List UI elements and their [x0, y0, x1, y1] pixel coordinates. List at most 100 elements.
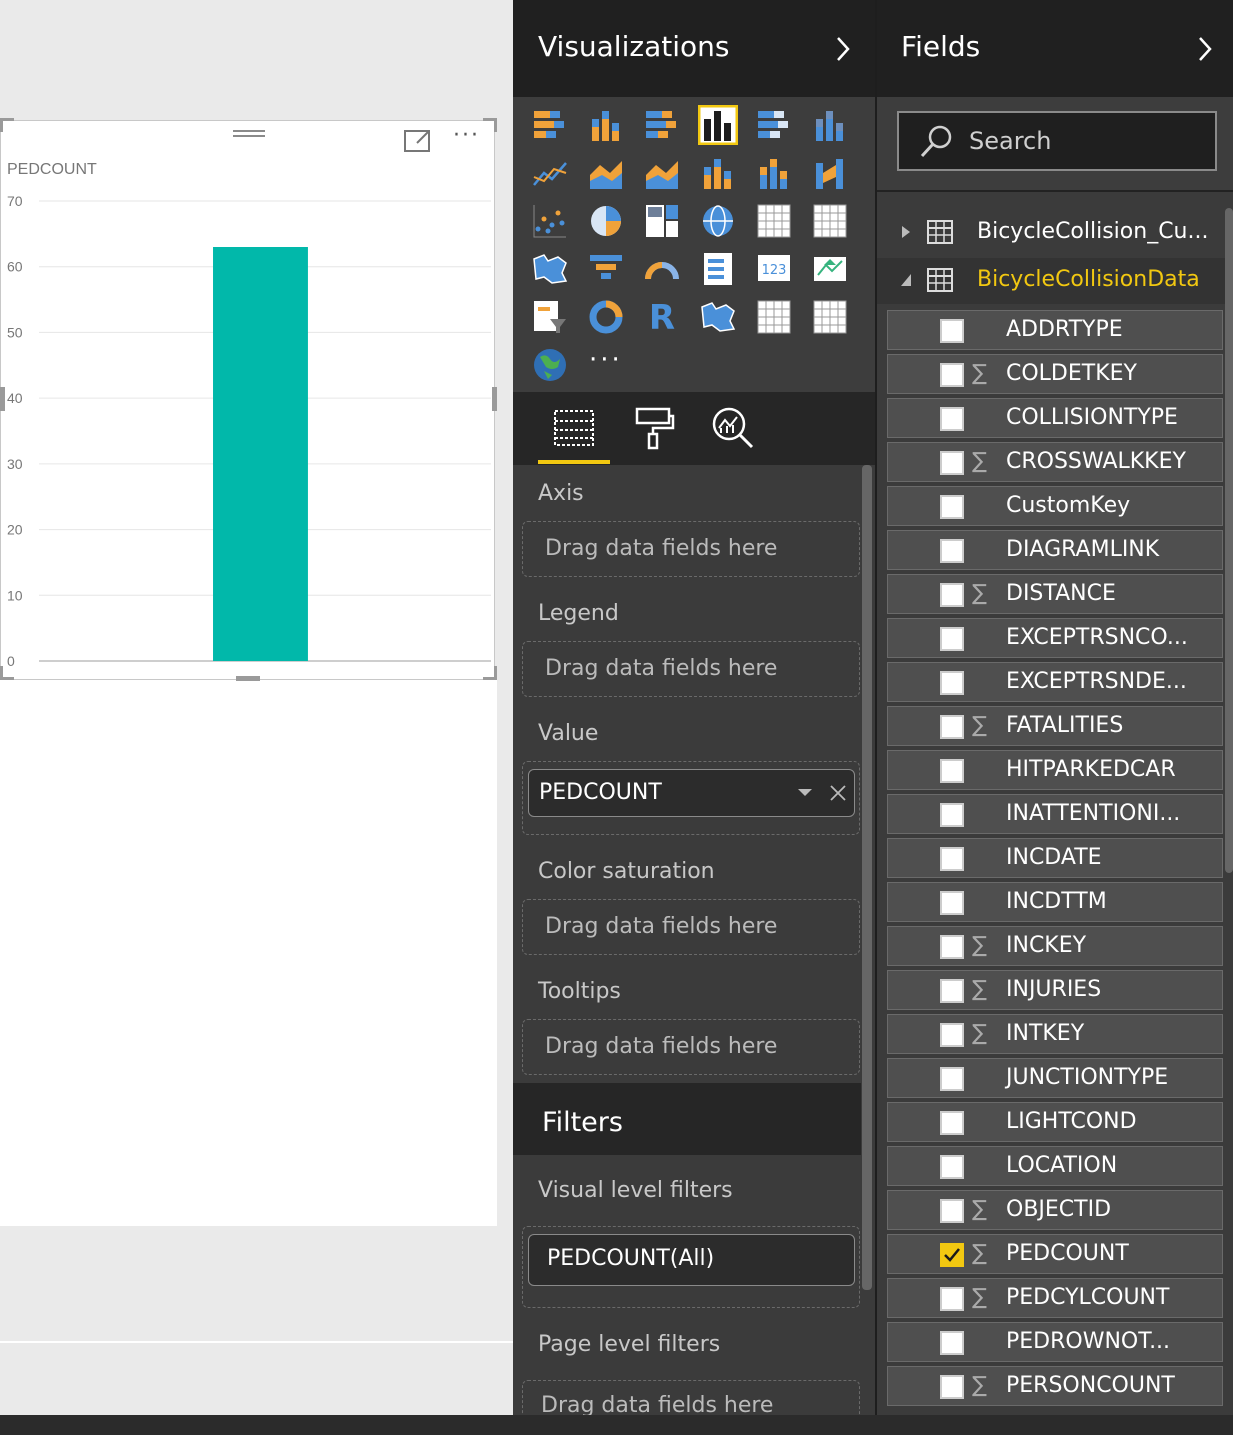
clustered-bar-chart-icon[interactable]: [642, 105, 682, 145]
checkbox[interactable]: [940, 1375, 964, 1399]
checkbox[interactable]: [940, 495, 964, 519]
slicer-icon[interactable]: [530, 297, 570, 337]
field-row[interactable]: ∑ INCKEY: [887, 926, 1223, 966]
funnel-icon[interactable]: [586, 249, 626, 289]
field-row[interactable]: INCDTTM: [887, 882, 1223, 922]
checkbox[interactable]: [940, 363, 964, 387]
checkbox[interactable]: [940, 803, 964, 827]
field-row[interactable]: ∑ INTKEY: [887, 1014, 1223, 1054]
fields-tab-icon[interactable]: [553, 408, 595, 448]
search-input[interactable]: [969, 125, 1199, 157]
checkbox-checked[interactable]: [940, 1243, 964, 1267]
field-row[interactable]: ∑ OBJECTID: [887, 1190, 1223, 1230]
custom-table-icon[interactable]: [754, 297, 794, 337]
checkbox[interactable]: [940, 539, 964, 563]
more-visuals-icon[interactable]: ···: [589, 345, 623, 375]
scatter-chart-icon[interactable]: [530, 201, 570, 241]
search-box[interactable]: [897, 111, 1217, 171]
field-row[interactable]: ∑ FATALITIES: [887, 706, 1223, 746]
checkbox[interactable]: [940, 935, 964, 959]
checkbox[interactable]: [940, 759, 964, 783]
field-row[interactable]: HITPARKEDCAR: [887, 750, 1223, 790]
tooltips-drop-zone[interactable]: Drag data fields here: [522, 1019, 860, 1075]
visual-filter-pill[interactable]: PEDCOUNT(All): [528, 1234, 855, 1286]
checkbox[interactable]: [940, 671, 964, 695]
field-row[interactable]: INATTENTIONI...: [887, 794, 1223, 834]
checkbox[interactable]: [940, 1067, 964, 1091]
resize-handle-right[interactable]: [492, 387, 497, 411]
field-row[interactable]: LIGHTCOND: [887, 1102, 1223, 1142]
checkbox[interactable]: [940, 1111, 964, 1135]
card-icon[interactable]: 123: [754, 249, 794, 289]
checkbox[interactable]: [940, 1023, 964, 1047]
field-row[interactable]: ∑ PEDCYLCOUNT: [887, 1278, 1223, 1318]
field-row[interactable]: ∑ PEDCOUNT: [887, 1234, 1223, 1274]
field-row[interactable]: COLLISIONTYPE: [887, 398, 1223, 438]
chart-bar[interactable]: [213, 247, 308, 661]
line-and-clustered-column-icon[interactable]: [754, 153, 794, 193]
chevron-down-icon[interactable]: [797, 788, 813, 798]
100-stacked-bar-chart-icon[interactable]: [754, 105, 794, 145]
resize-handle-top-left[interactable]: [0, 118, 3, 132]
kpi-icon[interactable]: [810, 249, 850, 289]
visualizations-scrollbar[interactable]: [862, 465, 872, 1290]
checkbox[interactable]: [940, 891, 964, 915]
table-icon[interactable]: [754, 201, 794, 241]
donut-chart-icon[interactable]: [586, 297, 626, 337]
close-icon[interactable]: [829, 784, 847, 802]
resize-handle-bottom-left[interactable]: [0, 666, 3, 680]
column-chart-visual[interactable]: ··· PEDCOUNT 0 10 20 30 40 50 60 70: [0, 120, 495, 680]
field-row[interactable]: INCDATE: [887, 838, 1223, 878]
field-row[interactable]: CustomKey: [887, 486, 1223, 526]
format-tab-icon[interactable]: [633, 406, 675, 450]
checkbox[interactable]: [940, 1155, 964, 1179]
checkbox[interactable]: [940, 627, 964, 651]
area-chart-icon[interactable]: [586, 153, 626, 193]
field-row[interactable]: ADDRTYPE: [887, 310, 1223, 350]
field-row[interactable]: ∑ PERSONCOUNT: [887, 1366, 1223, 1406]
r-visual-icon[interactable]: R: [642, 297, 682, 337]
stacked-column-chart-icon[interactable]: [586, 105, 626, 145]
field-row[interactable]: ∑ INJURIES: [887, 970, 1223, 1010]
field-row[interactable]: ∑ DISTANCE: [887, 574, 1223, 614]
treemap-icon[interactable]: [642, 201, 682, 241]
axis-drop-zone[interactable]: Drag data fields here: [522, 521, 860, 577]
chevron-right-icon[interactable]: [1197, 36, 1213, 62]
pie-chart-icon[interactable]: [586, 201, 626, 241]
field-row[interactable]: ∑ COLDETKEY: [887, 354, 1223, 394]
checkbox[interactable]: [940, 1331, 964, 1355]
matrix-icon[interactable]: [810, 201, 850, 241]
checkbox[interactable]: [940, 319, 964, 343]
expanded-triangle-icon[interactable]: [899, 272, 913, 288]
fields-scrollbar[interactable]: [1225, 208, 1233, 873]
line-chart-icon[interactable]: [530, 153, 570, 193]
ribbon-chart-icon[interactable]: [810, 153, 850, 193]
custom-matrix-icon[interactable]: [810, 297, 850, 337]
resize-handle-bottom-right[interactable]: [494, 666, 497, 680]
checkbox[interactable]: [940, 407, 964, 431]
stacked-bar-chart-icon[interactable]: [530, 105, 570, 145]
field-row[interactable]: EXCEPTRSNCO...: [887, 618, 1223, 658]
stacked-area-chart-icon[interactable]: [642, 153, 682, 193]
globe-map-icon[interactable]: [530, 345, 570, 385]
field-row[interactable]: EXCEPTRSNDE...: [887, 662, 1223, 702]
checkbox[interactable]: [940, 451, 964, 475]
checkbox[interactable]: [940, 715, 964, 739]
collapsed-triangle-icon[interactable]: [899, 224, 913, 240]
field-row[interactable]: PEDROWNOT...: [887, 1322, 1223, 1362]
checkbox[interactable]: [940, 847, 964, 871]
line-and-stacked-column-icon[interactable]: [698, 153, 738, 193]
resize-handle-bottom[interactable]: [236, 676, 260, 681]
resize-handle-top-right[interactable]: [494, 118, 497, 132]
100-stacked-column-chart-icon[interactable]: [810, 105, 850, 145]
legend-drop-zone[interactable]: Drag data fields here: [522, 641, 860, 697]
multi-row-card-icon[interactable]: [698, 249, 738, 289]
shape-map-icon[interactable]: [698, 297, 738, 337]
chevron-right-icon[interactable]: [835, 36, 851, 62]
gauge-icon[interactable]: [642, 249, 682, 289]
field-table-row[interactable]: BicycleCollision_Cu...: [877, 210, 1225, 256]
analytics-tab-icon[interactable]: [711, 406, 755, 450]
filled-map-icon[interactable]: [530, 249, 570, 289]
value-field-pill[interactable]: PEDCOUNT: [528, 769, 855, 817]
field-row[interactable]: ∑ CROSSWALKKEY: [887, 442, 1223, 482]
